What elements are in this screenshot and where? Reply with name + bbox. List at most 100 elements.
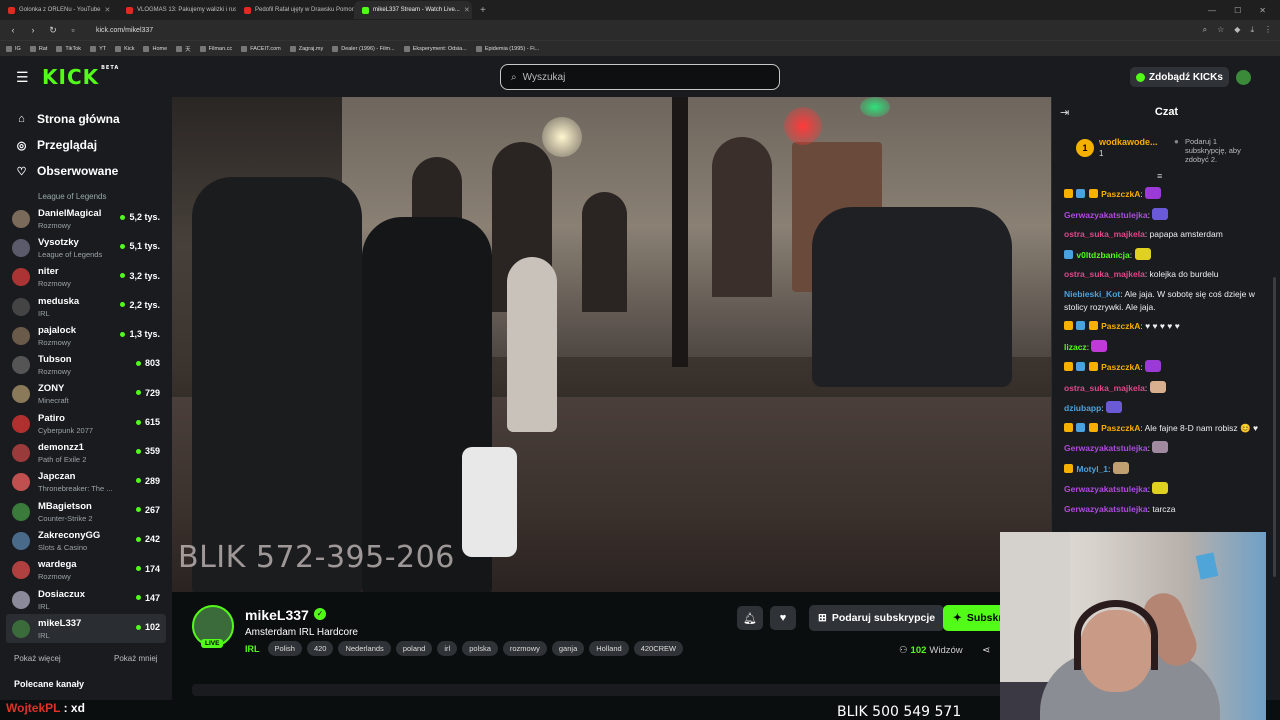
- search-input[interactable]: ⌕ Wyszukaj: [500, 64, 780, 90]
- menu-dots-icon[interactable]: ⋮: [1264, 25, 1272, 35]
- back-icon[interactable]: ‹: [8, 25, 18, 35]
- chat-username[interactable]: PaszczkA: [1101, 321, 1140, 331]
- leaderboard-note[interactable]: Podaruj 1 subskrypcję, aby zdobyć 2.: [1174, 137, 1254, 164]
- download-icon[interactable]: ⤓: [1250, 25, 1254, 35]
- sidebar-channel-item[interactable]: Japczan Thronebreaker: The ... 289: [6, 468, 166, 497]
- chat-username[interactable]: Gerwazyakatstulejka: [1064, 484, 1148, 494]
- close-tab-icon[interactable]: ✕: [464, 6, 470, 14]
- bookmark-item[interactable]: Dealer (1996) - Film...: [332, 45, 395, 52]
- chat-username[interactable]: v0ltdzbanicja: [1076, 250, 1129, 260]
- chat-username[interactable]: PaszczkA: [1101, 362, 1140, 372]
- maximize-icon[interactable]: ☐: [1234, 6, 1241, 15]
- show-less-link[interactable]: Pokaż mniej: [114, 654, 158, 663]
- leaderboard-user[interactable]: wodkawode...: [1099, 137, 1158, 147]
- chat-username[interactable]: ostra_suka_majkela: [1064, 269, 1145, 279]
- sidebar-channel-item[interactable]: ZakreconyGG Slots & Casino 242: [6, 526, 166, 555]
- streamer-name[interactable]: mikeL337: [245, 607, 309, 623]
- chat-username[interactable]: Gerwazyakatstulejka: [1064, 210, 1148, 220]
- chat-emote-icon: [1152, 441, 1169, 453]
- reload-icon[interactable]: ↻: [48, 25, 58, 36]
- bookmark-item[interactable]: 天: [176, 45, 191, 53]
- chat-username[interactable]: Niebieski_Kot: [1064, 289, 1120, 299]
- notification-bell-button[interactable]: 🔔︎: [737, 606, 763, 630]
- forward-icon[interactable]: ›: [28, 25, 38, 35]
- channel-meta: DanielMagical Rozmowy: [38, 208, 101, 230]
- chat-scrollbar[interactable]: [1273, 277, 1276, 577]
- chat-divider-icon[interactable]: ≡: [1157, 171, 1162, 181]
- sidebar-channel-item[interactable]: demonzz1 Path of Exile 2 359: [6, 438, 166, 467]
- stream-tag[interactable]: rozmowy: [502, 641, 547, 656]
- sidebar-nav-following[interactable]: ♡ Obserwowane: [0, 158, 172, 184]
- stream-tag[interactable]: 420CREW: [633, 641, 684, 656]
- stream-tag[interactable]: poland: [395, 641, 433, 656]
- chat-username[interactable]: Gerwazyakatstulejka: [1064, 504, 1148, 514]
- extension-icon[interactable]: ◆: [1234, 25, 1240, 35]
- chat-username[interactable]: Motyl_1: [1076, 464, 1108, 474]
- sidebar-channel-item[interactable]: DanielMagical Rozmowy 5,2 tys.: [6, 204, 166, 233]
- chat-message: Gerwazyakatstulejka: tarcza: [1064, 503, 1274, 516]
- new-tab-button[interactable]: +: [472, 5, 494, 16]
- chat-username[interactable]: ostra_suka_majkela: [1064, 229, 1145, 239]
- user-avatar[interactable]: [1236, 70, 1251, 85]
- sidebar-channel-item[interactable]: Patiro Cyberpunk 2077 615: [6, 409, 166, 438]
- bookmark-item[interactable]: IG: [6, 45, 21, 52]
- sidebar-channel-item[interactable]: ZONY Minecraft 729: [6, 380, 166, 409]
- url-field[interactable]: kick.com/mikel337: [96, 27, 153, 34]
- minimize-icon[interactable]: —: [1208, 6, 1216, 15]
- chat-username[interactable]: lizacz: [1064, 342, 1087, 352]
- bookmark-item[interactable]: Epidemia (1995) - Fi...: [475, 45, 539, 52]
- chat-username[interactable]: PaszczkA: [1101, 189, 1140, 199]
- channel-name: wardega: [38, 559, 77, 571]
- stream-category-link[interactable]: IRL: [245, 644, 260, 654]
- stream-tag[interactable]: 420: [306, 641, 334, 656]
- sidebar-channel-item[interactable]: mikeL337 IRL 102: [6, 614, 166, 644]
- bookmark-item[interactable]: YT: [90, 45, 106, 52]
- chat-username[interactable]: PaszczkA: [1101, 423, 1140, 433]
- browser-tab[interactable]: VLOGMAS 13: Pakujemy walizki i ruszamy..…: [118, 1, 236, 19]
- bookmark-item[interactable]: Filman.cc: [199, 45, 232, 52]
- stream-tag[interactable]: Nederlands: [338, 641, 391, 656]
- chat-username[interactable]: Gerwazyakatstulejka: [1064, 443, 1148, 453]
- gift-subs-button[interactable]: ⊞ Podaruj subskrypcje: [809, 605, 945, 631]
- chat-username[interactable]: ostra_suka_majkela: [1064, 383, 1145, 393]
- bookmark-item[interactable]: Zagraj.my: [289, 45, 323, 52]
- close-tab-icon[interactable]: ✕: [105, 6, 111, 14]
- bookmark-item[interactable]: Rat: [29, 45, 47, 52]
- sidebar-channel-item[interactable]: meduska IRL 2,2 tys.: [6, 292, 166, 321]
- sidebar-channel-item[interactable]: Dosiaczux IRL 147: [6, 585, 166, 614]
- stream-tag[interactable]: ganja: [551, 641, 585, 656]
- stream-tag[interactable]: polska: [462, 641, 498, 656]
- sidebar-channel-item[interactable]: Vysotzky League of Legends 5,1 tys.: [6, 233, 166, 262]
- video-player[interactable]: BLIK 572-395-206: [172, 97, 1051, 592]
- browser-tab[interactable]: mikeL337 Stream - Watch Live... ✕: [354, 1, 472, 19]
- bookmark-favicon-icon: [289, 45, 296, 52]
- stream-tag[interactable]: Polish: [267, 641, 302, 656]
- star-icon[interactable]: ☆: [1217, 25, 1224, 35]
- show-more-link[interactable]: Pokaż więcej: [14, 654, 61, 663]
- sidebar-nav-browse[interactable]: ◎ Przeglądaj: [0, 132, 172, 158]
- bookmark-item[interactable]: TikTok: [56, 45, 81, 52]
- sidebar-channel-item[interactable]: niter Rozmowy 3,2 tys.: [6, 263, 166, 292]
- sidebar-channel-item[interactable]: MBagietson Counter-Strike 2 267: [6, 497, 166, 526]
- sidebar-channel-item[interactable]: Tubson Rozmowy 803: [6, 350, 166, 379]
- stream-tag[interactable]: irl: [437, 641, 458, 656]
- bookmark-item[interactable]: Kick: [115, 45, 134, 52]
- bookmark-item[interactable]: FACEIT.com: [241, 45, 281, 52]
- follow-button[interactable]: ♥: [770, 606, 796, 630]
- browser-tab[interactable]: Pedofil Rafał ujęty w Drawsku Pomor...✕: [236, 1, 354, 19]
- kick-logo[interactable]: KICK BETA: [42, 65, 119, 89]
- bookmark-item[interactable]: Home: [143, 45, 167, 52]
- chat-username[interactable]: dziubapp: [1064, 403, 1101, 413]
- bookmark-page-icon[interactable]: ▫: [68, 25, 78, 35]
- menu-icon[interactable]: ☰: [16, 69, 29, 86]
- sidebar-channel-item[interactable]: pajalock Rozmowy 1,3 tys.: [6, 321, 166, 350]
- share-icon[interactable]: ⋖: [982, 645, 990, 656]
- zoom-icon[interactable]: ⌕: [1203, 25, 1207, 35]
- browser-tab[interactable]: Golonka z ORLENu - YouTube ✕: [0, 1, 118, 19]
- get-kicks-button[interactable]: Zdobądź KICKs: [1130, 67, 1229, 87]
- sidebar-nav-home[interactable]: ⌂ Strona główna: [0, 106, 172, 132]
- close-window-icon[interactable]: ✕: [1259, 6, 1266, 15]
- bookmark-item[interactable]: Eksperyment: Odsia...: [403, 45, 467, 52]
- sidebar-channel-item[interactable]: wardega Rozmowy 174: [6, 556, 166, 585]
- stream-tag[interactable]: Holland: [589, 641, 629, 656]
